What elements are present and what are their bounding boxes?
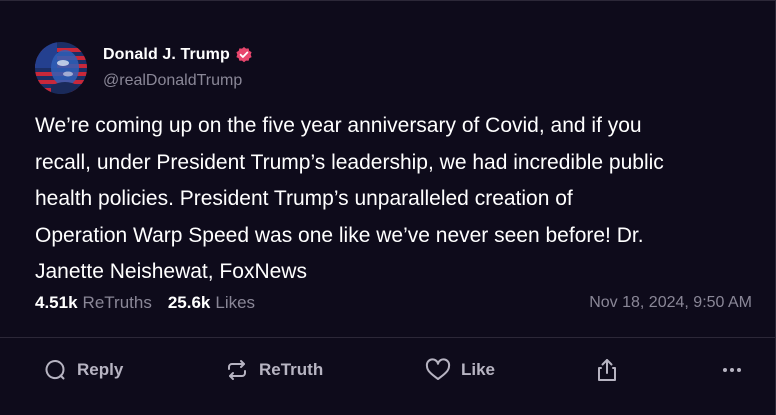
ellipsis-icon (720, 358, 744, 382)
reply-label: Reply (77, 360, 124, 379)
retruth-button[interactable]: ReTruth (225, 356, 323, 384)
author-name-row: Donald J. Trump (103, 44, 253, 66)
likes-count[interactable]: 25.6k (168, 293, 211, 313)
author-handle[interactable]: @realDonaldTrump (103, 72, 242, 90)
post-card: Donald J. Trump @realDonaldTrump We’re c… (0, 0, 776, 415)
retruth-label: ReTruth (259, 360, 324, 379)
share-upload-icon (595, 357, 619, 383)
heart-icon (425, 358, 451, 382)
avatar-image (35, 42, 87, 94)
more-options-button[interactable] (720, 356, 744, 384)
action-bar-divider (0, 337, 775, 338)
author-display-name[interactable]: Donald J. Trump (103, 46, 230, 64)
post-text: We’re coming up on the five year anniver… (35, 114, 664, 283)
post-stats: 4.51k ReTruths 25.6k Likes (35, 293, 255, 313)
repost-arrows-icon (225, 358, 249, 382)
speech-bubble-icon (43, 358, 67, 382)
author-avatar[interactable] (35, 42, 87, 94)
like-label: Like (461, 360, 496, 379)
share-button[interactable] (595, 356, 619, 384)
retruths-count[interactable]: 4.51k (35, 293, 78, 313)
reply-button[interactable]: Reply (43, 356, 123, 384)
retruths-label[interactable]: ReTruths (83, 293, 152, 313)
post-timestamp[interactable]: Nov 18, 2024, 9:50 AM (589, 294, 752, 312)
likes-label[interactable]: Likes (215, 293, 255, 313)
like-button[interactable]: Like (425, 356, 495, 384)
verified-badge-icon (235, 46, 253, 64)
